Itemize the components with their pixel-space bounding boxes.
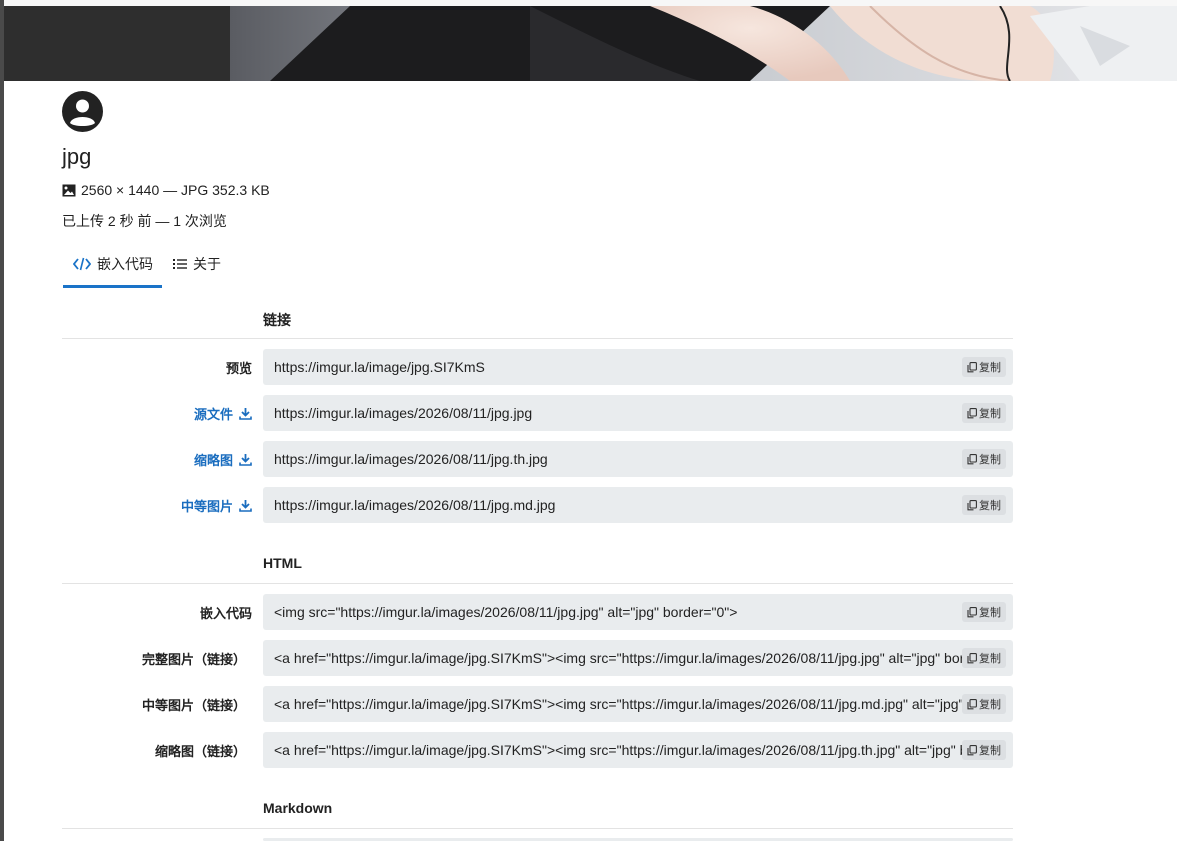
code-icon xyxy=(73,257,91,271)
window-left-edge xyxy=(0,0,4,841)
medium-url-field[interactable]: https://imgur.la/images/2026/08/11/jpg.m… xyxy=(263,487,1013,523)
field-value[interactable]: https://imgur.la/images/2026/08/11/jpg.m… xyxy=(274,487,964,523)
row-label-medium-image[interactable]: 中等图片 xyxy=(52,487,252,523)
image-meta: 2560 × 1440 — JPG 352.3 KB xyxy=(62,182,270,198)
copy-button[interactable]: 复制 xyxy=(962,403,1006,423)
row-label-thumbnail-link: 缩略图（链接） xyxy=(154,743,246,759)
row-label-source-file[interactable]: 源文件 xyxy=(52,395,252,431)
copy-button[interactable]: 复制 xyxy=(962,449,1006,469)
field-value[interactable]: <a href="https://imgur.la/image/jpg.SI7K… xyxy=(274,686,964,722)
markdown-divider xyxy=(62,828,1013,829)
field-value[interactable]: <a href="https://imgur.la/image/jpg.SI7K… xyxy=(274,732,964,768)
row-label-embed-code: 嵌入代码 xyxy=(199,605,252,621)
cover-banner xyxy=(4,6,1177,81)
tab-embed-codes[interactable]: 嵌入代码 xyxy=(63,242,163,286)
active-tab-indicator xyxy=(63,285,162,288)
tab-embed-label: 嵌入代码 xyxy=(97,256,153,272)
copy-label: 复制 xyxy=(979,607,1001,619)
field-value[interactable]: <img src="https://imgur.la/images/2026/0… xyxy=(274,594,964,630)
copy-label: 复制 xyxy=(979,653,1001,665)
field-value[interactable]: https://imgur.la/images/2026/08/11/jpg.t… xyxy=(274,441,964,477)
user-avatar-icon[interactable] xyxy=(62,91,103,132)
embed-code-field[interactable]: <img src="https://imgur.la/images/2026/0… xyxy=(263,594,1013,630)
copy-icon xyxy=(967,361,977,372)
row-label-full-image-link: 完整图片（链接） xyxy=(141,651,246,667)
tab-bar: 嵌入代码 关于 xyxy=(63,242,231,288)
row-label-medium-image-link: 中等图片（链接） xyxy=(141,697,246,713)
html-divider xyxy=(62,583,1013,584)
banner-dark-panel xyxy=(4,6,230,81)
full-image-link-field[interactable]: <a href="https://imgur.la/image/jpg.SI7K… xyxy=(263,640,1013,676)
copy-button[interactable]: 复制 xyxy=(962,495,1006,515)
image-title: jpg xyxy=(62,144,92,169)
field-value[interactable]: <a href="https://imgur.la/image/jpg.SI7K… xyxy=(274,640,964,676)
field-value[interactable]: https://imgur.la/images/2026/08/11/jpg.j… xyxy=(274,395,964,431)
thumbnail-link-field[interactable]: <a href="https://imgur.la/image/jpg.SI7K… xyxy=(263,732,1013,768)
medium-image-link-field[interactable]: <a href="https://imgur.la/image/jpg.SI7K… xyxy=(263,686,1013,722)
tab-about-label: 关于 xyxy=(193,256,221,272)
row-label-preview: 预览 xyxy=(225,360,252,376)
copy-label: 复制 xyxy=(979,699,1001,711)
copy-label: 复制 xyxy=(979,362,1001,374)
copy-icon xyxy=(967,453,977,464)
copy-label: 复制 xyxy=(979,408,1001,420)
download-icon[interactable] xyxy=(239,499,252,512)
copy-icon xyxy=(967,744,977,755)
copy-icon xyxy=(967,407,977,418)
source-url-field[interactable]: https://imgur.la/images/2026/08/11/jpg.j… xyxy=(263,395,1013,431)
copy-button[interactable]: 复制 xyxy=(962,740,1006,760)
copy-label: 复制 xyxy=(979,500,1001,512)
preview-url-field[interactable]: https://imgur.la/image/jpg.SI7KmS 复制 xyxy=(263,349,1013,385)
copy-icon xyxy=(967,606,977,617)
tab-about[interactable]: 关于 xyxy=(163,242,231,286)
copy-label: 复制 xyxy=(979,454,1001,466)
html-heading: HTML xyxy=(263,555,302,571)
image-meta-text: 2560 × 1440 — JPG 352.3 KB xyxy=(81,182,270,198)
list-icon xyxy=(173,259,187,269)
links-heading: 链接 xyxy=(263,312,291,328)
links-divider xyxy=(62,338,1013,339)
copy-button[interactable]: 复制 xyxy=(962,602,1006,622)
row-label-thumbnail[interactable]: 缩略图 xyxy=(52,441,252,477)
download-icon[interactable] xyxy=(239,407,252,420)
markdown-heading: Markdown xyxy=(263,800,333,816)
copy-label: 复制 xyxy=(979,745,1001,757)
banner-image xyxy=(230,6,1177,81)
copy-icon xyxy=(967,698,977,709)
download-icon[interactable] xyxy=(239,453,252,466)
copy-icon xyxy=(967,499,977,510)
upload-info: 已上传 2 秒 前 — 1 次浏览 xyxy=(62,213,227,229)
copy-button[interactable]: 复制 xyxy=(962,357,1006,377)
field-value[interactable]: https://imgur.la/image/jpg.SI7KmS xyxy=(274,349,964,385)
thumbnail-url-field[interactable]: https://imgur.la/images/2026/08/11/jpg.t… xyxy=(263,441,1013,477)
copy-button[interactable]: 复制 xyxy=(962,648,1006,668)
copy-icon xyxy=(967,652,977,663)
image-icon xyxy=(62,184,76,196)
copy-button[interactable]: 复制 xyxy=(962,694,1006,714)
